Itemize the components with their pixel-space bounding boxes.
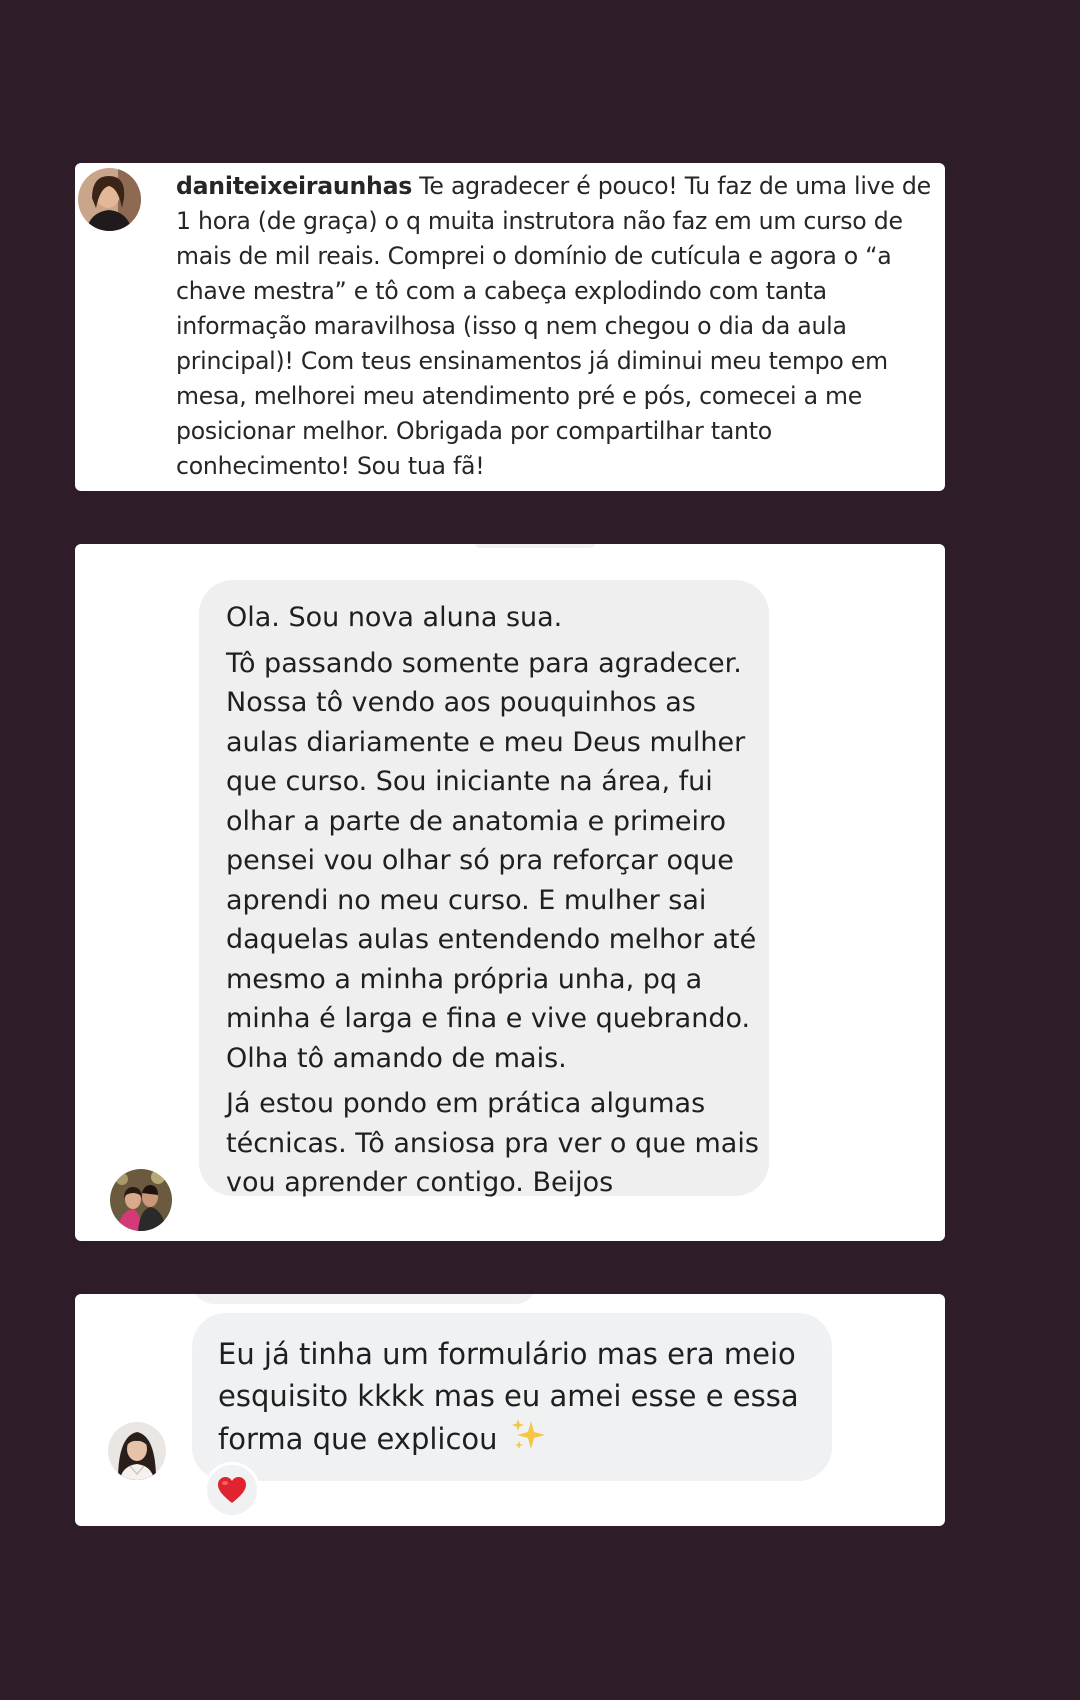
message-paragraph: Já estou pondo em prática algumas técnic…	[226, 1088, 759, 1198]
reaction-background	[207, 1465, 257, 1515]
previous-message-bubble	[192, 1294, 537, 1304]
reply-bubble[interactable]: Eu já tinha um formulário mas era meio e…	[192, 1313, 832, 1481]
heart-icon	[218, 1477, 246, 1503]
reply-card: Eu já tinha um formulário mas era meio e…	[75, 1294, 945, 1526]
sparkles-icon	[511, 1417, 547, 1464]
comment-card: daniteixeiraunhas Te agradecer é pouco! …	[75, 163, 945, 491]
comment-username[interactable]: daniteixeiraunhas	[176, 172, 412, 200]
comment-text-block: daniteixeiraunhas Te agradecer é pouco! …	[176, 169, 936, 484]
message-paragraph: Ola. Sou nova aluna sua.	[226, 602, 563, 633]
comment-body: Te agradecer é pouco! Tu faz de uma live…	[176, 172, 931, 480]
reply-text: Eu já tinha um formulário mas era meio e…	[218, 1337, 799, 1456]
reply-sender-avatar[interactable]	[108, 1422, 166, 1480]
message-paragraph: Tô passando somente para agradecer. Noss…	[226, 647, 757, 1074]
message-card: Ola. Sou nova aluna sua. Tô passando som…	[75, 544, 945, 1241]
commenter-avatar[interactable]	[78, 168, 141, 231]
previous-message-edge	[475, 544, 595, 548]
sender-avatar[interactable]	[110, 1169, 172, 1231]
reaction-badge[interactable]	[204, 1462, 260, 1518]
message-bubble[interactable]: Ola. Sou nova aluna sua. Tô passando som…	[199, 580, 769, 1198]
